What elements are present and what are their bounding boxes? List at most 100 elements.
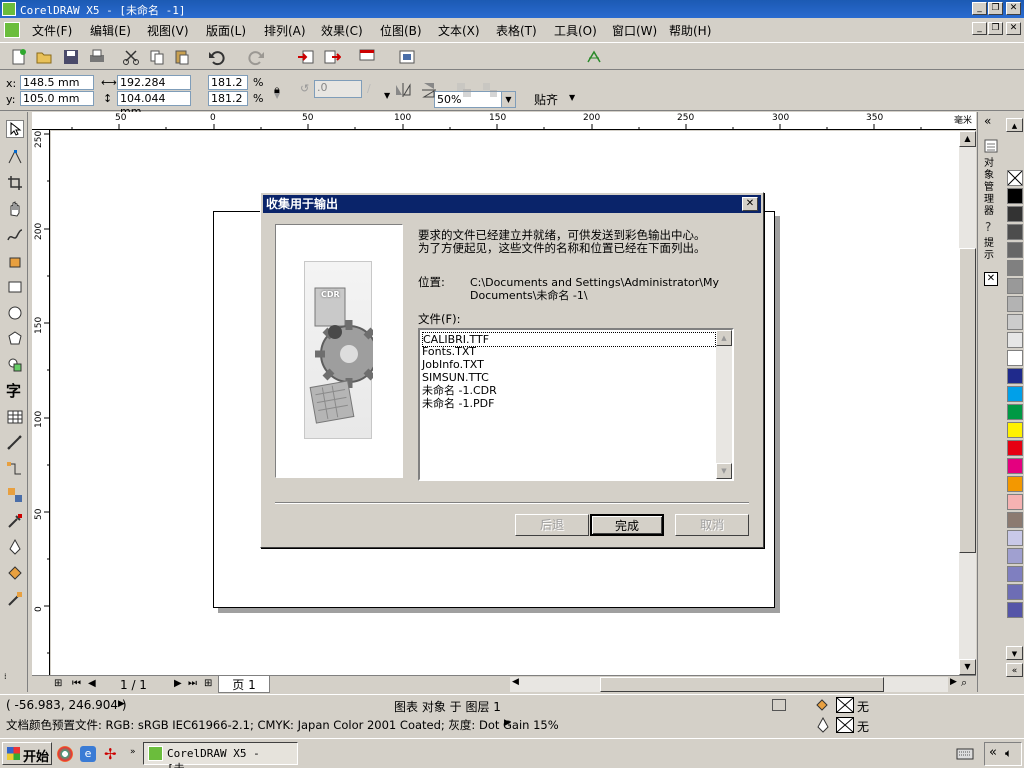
file-list-scroll-down-icon[interactable]: ▼ — [716, 463, 732, 479]
doc-minimize-button[interactable]: _ — [972, 22, 987, 35]
open-icon[interactable] — [35, 48, 53, 66]
next-page-icon[interactable]: ▶ — [174, 678, 182, 689]
menu-help[interactable]: 帮助(H) — [669, 22, 711, 39]
docker-collapse-icon[interactable]: « — [984, 114, 991, 128]
crop-tool-icon[interactable] — [6, 174, 24, 192]
scroll-down-icon[interactable]: ▼ — [959, 659, 976, 675]
last-page-icon[interactable]: ⏭ — [188, 678, 197, 689]
horizontal-ruler[interactable]: 50 0 50 100 150 200 250 300 350 毫米 — [32, 112, 976, 130]
blend-tool-icon[interactable] — [6, 486, 24, 504]
first-page-icon[interactable]: ⏮ — [72, 678, 81, 689]
color-swatch[interactable] — [1007, 296, 1023, 312]
outline-none-swatch[interactable] — [836, 717, 854, 733]
color-swatch[interactable] — [1007, 260, 1023, 276]
file-list[interactable]: CALIBRI.TTF Fonts.TXT JobInfo.TXT SIMSUN… — [418, 328, 734, 481]
list-item[interactable]: SIMSUN.TTC — [422, 371, 489, 384]
color-swatch[interactable] — [1007, 224, 1023, 240]
rectangle-tool-icon[interactable] — [6, 278, 24, 296]
menu-window[interactable]: 窗口(W) — [612, 22, 657, 39]
eyedropper-tool-icon[interactable] — [6, 512, 24, 530]
color-swatch[interactable] — [1007, 476, 1023, 492]
quicklaunch-more-icon[interactable]: » — [130, 747, 136, 757]
add-page-before-icon[interactable]: ⊞ — [54, 678, 62, 689]
fill-tool-icon[interactable] — [6, 564, 24, 582]
color-swatch[interactable] — [1007, 512, 1023, 528]
options-icon[interactable] — [585, 48, 603, 66]
outline-pen-tool-icon[interactable] — [6, 538, 24, 556]
start-button[interactable]: 开始 — [2, 742, 52, 765]
color-swatch[interactable] — [1007, 440, 1023, 456]
coordinates-arrow-icon[interactable]: ▶ — [118, 699, 125, 709]
color-swatch[interactable] — [1007, 332, 1023, 348]
menu-text[interactable]: 文本(X) — [438, 22, 480, 39]
color-swatch[interactable] — [1007, 242, 1023, 258]
hints-tab[interactable]: 提示 — [984, 238, 998, 262]
restore-button[interactable]: ❐ — [988, 2, 1003, 15]
fill-none-swatch[interactable] — [836, 697, 854, 713]
file-list-scrollbar[interactable]: ▲ ▼ — [716, 330, 732, 479]
zoom-navigator-icon[interactable]: ⌕ — [961, 676, 967, 690]
ie-quicklaunch-icon[interactable]: e — [80, 746, 96, 762]
menu-arrange[interactable]: 排列(A) — [264, 22, 306, 39]
volume-icon[interactable]: 🔈︎ — [1005, 746, 1012, 761]
lock-ratio-icon[interactable]: 🔒︎ — [274, 83, 280, 97]
x-position-input[interactable]: 148.5 mm — [20, 75, 94, 90]
scroll-up-icon[interactable]: ▲ — [959, 131, 976, 147]
width-input[interactable]: 192.284 mm — [117, 75, 191, 102]
cut-icon[interactable] — [122, 48, 140, 66]
color-swatch[interactable] — [1007, 368, 1023, 384]
no-color-swatch[interactable] — [1007, 170, 1023, 186]
color-swatch[interactable] — [1007, 584, 1023, 600]
scale-y-input[interactable]: 181.2 — [208, 91, 248, 106]
copy-icon[interactable] — [148, 48, 166, 66]
color-swatch[interactable] — [1007, 494, 1023, 510]
color-swatch[interactable] — [1007, 566, 1023, 582]
shape-tool-icon[interactable] — [6, 148, 24, 166]
color-swatch[interactable] — [1007, 530, 1023, 546]
page-tab-1[interactable]: 页 1 — [218, 676, 270, 693]
y-position-input[interactable]: 105.0 mm — [20, 91, 94, 106]
finish-button[interactable]: 完成 — [590, 514, 664, 536]
file-list-scroll-up-icon[interactable]: ▲ — [716, 330, 732, 346]
color-profile-info[interactable]: 文档颜色预置文件: RGB: sRGB IEC61966-2.1; CMYK: … — [6, 717, 559, 733]
menu-layout[interactable]: 版面(L) — [206, 22, 246, 39]
object-manager-tab[interactable]: 对象管理器 — [984, 158, 998, 218]
freehand-tool-icon[interactable] — [6, 226, 24, 244]
app-quicklaunch-icon[interactable]: ✢ — [104, 745, 122, 763]
color-swatch[interactable] — [1007, 206, 1023, 222]
dialog-close-button[interactable]: ✕ — [742, 197, 758, 211]
menu-view[interactable]: 视图(V) — [147, 22, 189, 39]
object-manager-icon[interactable] — [983, 138, 999, 154]
paste-icon[interactable] — [173, 48, 191, 66]
color-swatch[interactable] — [1007, 350, 1023, 366]
toolbox-more-icon[interactable]: ⁞ — [4, 672, 7, 681]
color-swatch[interactable] — [1007, 422, 1023, 438]
polygon-tool-icon[interactable] — [6, 330, 24, 348]
scroll-left-icon[interactable]: ◀ — [512, 677, 519, 687]
palette-scroll-down-icon[interactable]: ▼ — [1006, 646, 1023, 660]
color-swatch[interactable] — [1007, 602, 1023, 618]
keyboard-icon[interactable] — [956, 747, 974, 761]
menu-bitmaps[interactable]: 位图(B) — [380, 22, 422, 39]
menu-file[interactable]: 文件(F) — [32, 22, 72, 39]
menu-edit[interactable]: 编辑(E) — [90, 22, 131, 39]
menu-tools[interactable]: 工具(O) — [554, 22, 597, 39]
list-item[interactable]: JobInfo.TXT — [422, 358, 484, 371]
print-icon[interactable] — [88, 48, 106, 66]
color-swatch[interactable] — [1007, 386, 1023, 402]
import-icon[interactable] — [297, 48, 315, 66]
chrome-quicklaunch-icon[interactable] — [57, 746, 73, 762]
color-swatch[interactable] — [1007, 278, 1023, 294]
doc-restore-button[interactable]: ❐ — [988, 22, 1003, 35]
vertical-scroll-thumb[interactable] — [959, 248, 976, 553]
previous-page-icon[interactable]: ◀ — [88, 678, 96, 689]
vertical-ruler[interactable]: 250 200 150 100 50 0 — [32, 130, 50, 675]
undo-icon[interactable] — [207, 48, 225, 66]
list-item[interactable]: 未命名 -1.CDR — [422, 384, 497, 397]
color-swatch[interactable] — [1007, 188, 1023, 204]
add-page-after-icon[interactable]: ⊞ — [204, 678, 212, 689]
connector-tool-icon[interactable] — [6, 460, 24, 478]
ellipse-tool-icon[interactable] — [6, 304, 24, 322]
doc-close-button[interactable]: ✕ — [1006, 22, 1021, 35]
basic-shapes-tool-icon[interactable] — [6, 356, 24, 374]
